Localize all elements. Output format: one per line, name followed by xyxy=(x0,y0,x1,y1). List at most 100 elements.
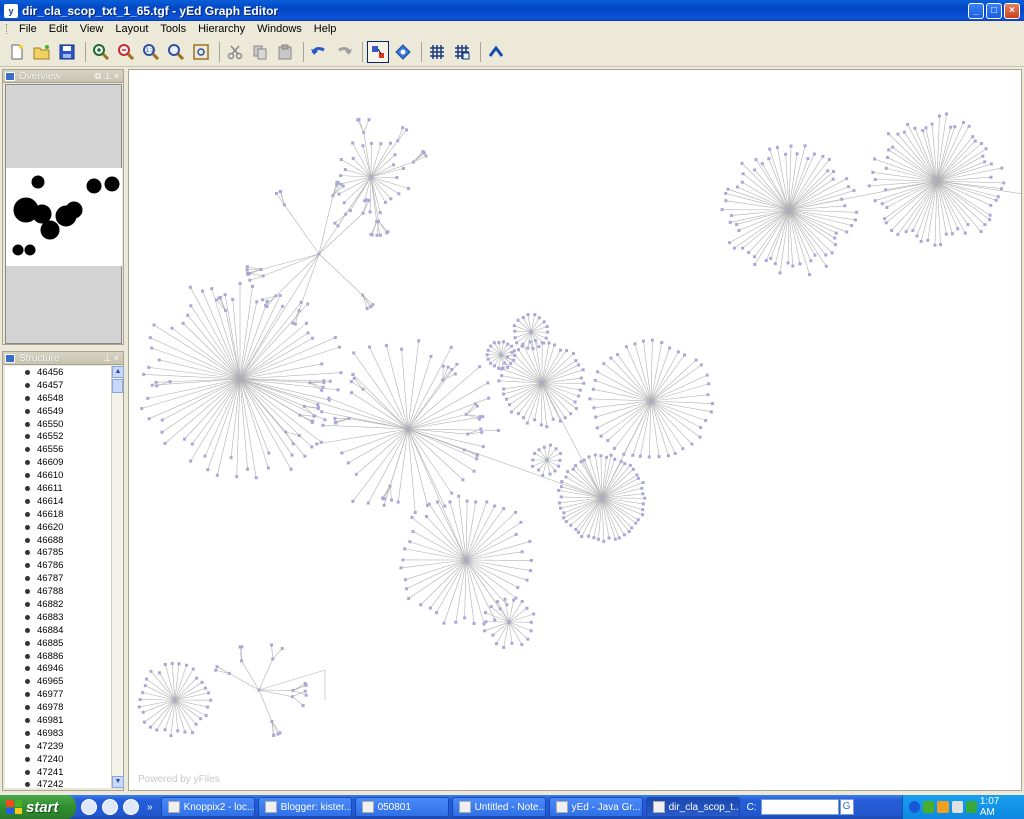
graph-edge[interactable] xyxy=(407,366,480,430)
graph-node[interactable] xyxy=(949,125,953,129)
graph-node[interactable] xyxy=(261,298,265,302)
graph-node[interactable] xyxy=(741,172,745,176)
graph-node[interactable] xyxy=(496,428,500,432)
graph-node[interactable] xyxy=(566,470,570,474)
graph-node[interactable] xyxy=(507,620,511,624)
graph-edge[interactable] xyxy=(280,191,285,206)
graph-edge[interactable] xyxy=(518,382,543,414)
scroll-up-icon[interactable]: ▲ xyxy=(112,366,124,378)
graph-node[interactable] xyxy=(896,232,900,236)
graph-node[interactable] xyxy=(988,213,992,217)
graph-node[interactable] xyxy=(403,578,407,582)
graph-node[interactable] xyxy=(405,587,409,591)
graph-node[interactable] xyxy=(311,336,315,340)
graph-node[interactable] xyxy=(812,152,816,156)
graph-edge[interactable] xyxy=(239,378,331,382)
structure-item[interactable]: 46788 xyxy=(5,585,111,598)
graph-node[interactable] xyxy=(407,596,411,600)
graph-node[interactable] xyxy=(767,157,771,161)
graph-node[interactable] xyxy=(280,647,284,651)
structure-item[interactable]: 46548 xyxy=(5,392,111,405)
graph-node[interactable] xyxy=(996,195,1000,199)
graph-node[interactable] xyxy=(483,629,487,633)
graph-edge[interactable] xyxy=(249,275,264,281)
graph-edge[interactable] xyxy=(650,394,709,402)
graph-node[interactable] xyxy=(753,262,757,266)
graph-edge[interactable] xyxy=(936,126,970,182)
graph-edge[interactable] xyxy=(885,180,938,191)
graph-node[interactable] xyxy=(850,224,854,228)
graph-node[interactable] xyxy=(351,499,355,503)
graph-node[interactable] xyxy=(681,447,685,451)
graph-node[interactable] xyxy=(999,187,1003,191)
graph-node[interactable] xyxy=(600,496,604,500)
graph-node[interactable] xyxy=(369,305,373,309)
graph-edge[interactable] xyxy=(149,378,241,419)
graph-node[interactable] xyxy=(481,445,485,449)
graph-node[interactable] xyxy=(740,161,744,165)
overview-header[interactable]: Overview ⧉ ⊥ × xyxy=(3,70,123,83)
title-bar[interactable]: y dir_cla_scop_txt_1_65.tgf - yEd Graph … xyxy=(0,0,1024,21)
graph-node[interactable] xyxy=(705,373,709,377)
graph-edge[interactable] xyxy=(239,646,242,661)
graph-node[interactable] xyxy=(441,364,445,368)
graph-node[interactable] xyxy=(526,346,530,350)
graph-node[interactable] xyxy=(486,348,490,352)
structure-item[interactable]: 46978 xyxy=(5,701,111,714)
graph-node[interactable] xyxy=(728,241,732,245)
save-icon[interactable] xyxy=(56,41,78,63)
graph-node[interactable] xyxy=(514,510,518,514)
graph-edge[interactable] xyxy=(271,644,274,659)
graph-node[interactable] xyxy=(574,527,578,531)
graph-edge[interactable] xyxy=(465,559,517,599)
graph-node[interactable] xyxy=(238,645,242,649)
graph-edge[interactable] xyxy=(567,471,603,499)
graph-edge[interactable] xyxy=(362,294,371,307)
graph-edge[interactable] xyxy=(190,305,241,380)
graph-node[interactable] xyxy=(502,507,506,511)
graph-node[interactable] xyxy=(630,526,634,530)
graph-node[interactable] xyxy=(833,236,837,240)
graph-node[interactable] xyxy=(148,336,152,340)
graph-node[interactable] xyxy=(510,641,514,645)
graph-node[interactable] xyxy=(475,457,479,461)
graph-node[interactable] xyxy=(933,243,937,247)
graph-node[interactable] xyxy=(185,663,189,667)
graph-node[interactable] xyxy=(512,598,516,602)
graph-edge[interactable] xyxy=(239,295,281,380)
graph-edge[interactable] xyxy=(650,374,708,402)
graph-node[interactable] xyxy=(504,397,508,401)
graph-node[interactable] xyxy=(497,379,501,383)
graph-node[interactable] xyxy=(558,506,562,510)
graph-node[interactable] xyxy=(641,481,645,485)
graph-edge[interactable] xyxy=(936,180,991,206)
graph-edge[interactable] xyxy=(260,253,320,270)
graph-node[interactable] xyxy=(891,145,895,149)
graph-edge[interactable] xyxy=(541,382,543,425)
graph-edge[interactable] xyxy=(601,488,642,499)
graph-node[interactable] xyxy=(623,462,627,466)
graph-node[interactable] xyxy=(830,251,834,255)
graph-node[interactable] xyxy=(650,338,654,342)
graph-node[interactable] xyxy=(349,380,353,384)
quick-launch-media-icon[interactable] xyxy=(123,799,139,815)
graph-edge[interactable] xyxy=(561,481,603,499)
graph-node[interactable] xyxy=(493,618,497,622)
graph-edge[interactable] xyxy=(389,486,392,501)
graph-node[interactable] xyxy=(867,184,871,188)
structure-item[interactable]: 46885 xyxy=(5,637,111,650)
graph-node[interactable] xyxy=(328,379,332,383)
graph-node[interactable] xyxy=(304,693,308,697)
graph-node[interactable] xyxy=(919,239,923,243)
graph-node[interactable] xyxy=(631,453,635,457)
graph-node[interactable] xyxy=(149,725,153,729)
graph-edge[interactable] xyxy=(397,127,404,141)
graph-edge[interactable] xyxy=(407,428,484,447)
graph-node[interactable] xyxy=(559,485,563,489)
graph-node[interactable] xyxy=(401,166,405,170)
graph-node[interactable] xyxy=(544,336,548,340)
graph-node[interactable] xyxy=(195,676,199,680)
graph-node[interactable] xyxy=(375,233,379,237)
undo-icon[interactable] xyxy=(308,41,330,63)
network-icon[interactable] xyxy=(923,801,935,813)
